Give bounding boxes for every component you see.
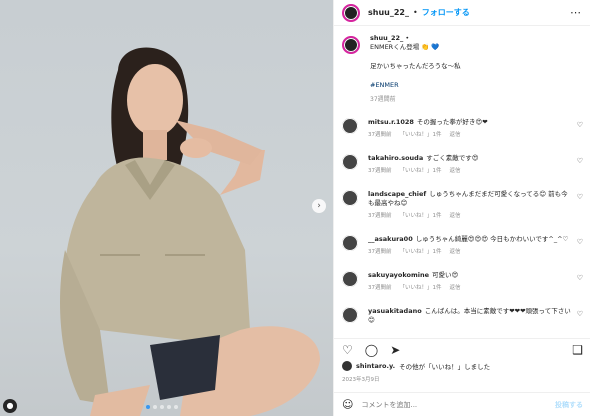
comment-likes[interactable]: 「いいね！」1件 bbox=[400, 212, 442, 221]
comment-username[interactable]: landscape_chief bbox=[368, 190, 426, 198]
post-header: shuu_22_ • フォローする ⋯ bbox=[334, 0, 590, 26]
comment-item: landscape_chief しゅうちゃんまだまだ可愛くなってる😊 前も今も最高… bbox=[342, 190, 583, 221]
avatar[interactable] bbox=[342, 271, 358, 287]
comment-time: 37週間前 bbox=[368, 249, 392, 255]
like-icon[interactable]: ♡ bbox=[342, 344, 353, 356]
comment-likes[interactable]: 「いいね！」1件 bbox=[400, 248, 442, 257]
comment-item: takahiro.souda すごく素敵です😍 37週間前 「いいね！」1件 返信… bbox=[342, 154, 583, 176]
caption: shuu_22_ • ENMERくん登場 👏 💙 足かいちゃったんだろうな～私 … bbox=[342, 34, 583, 104]
likes-text[interactable]: その他が「いいね！」しました bbox=[399, 361, 490, 371]
carousel-next-button[interactable]: › bbox=[312, 199, 326, 213]
likes-summary: shintaro.y. その他が「いいね！」しました bbox=[342, 361, 490, 371]
emoji-icon[interactable]: ☺ bbox=[342, 398, 353, 411]
comment-time: 37週間前 bbox=[368, 132, 392, 138]
reply-button[interactable]: 返信 bbox=[450, 167, 461, 176]
post-username[interactable]: shuu_22_ bbox=[368, 8, 409, 17]
comment-time: 37週間前 bbox=[368, 168, 392, 174]
carousel-dot bbox=[167, 405, 171, 409]
comment-username[interactable]: __asakura00 bbox=[368, 235, 413, 243]
post-sidebar: shuu_22_ • フォローする ⋯ shuu_22_ • ENMERくん登場… bbox=[333, 0, 590, 416]
avatar[interactable] bbox=[342, 118, 358, 134]
comment-item: sakuyayokomine 可愛い😍 37週間前 「いいね！」1件 返信 ♡ bbox=[342, 271, 583, 293]
separator: • bbox=[412, 8, 418, 17]
carousel-dot bbox=[146, 405, 150, 409]
like-comment-icon[interactable]: ♡ bbox=[577, 310, 583, 318]
avatar[interactable] bbox=[342, 307, 358, 323]
post-photo[interactable]: › ● bbox=[0, 0, 333, 416]
comment-text: しゅうちゃん綺麗😍😍😍 今日もかわいいです^_^♡ bbox=[415, 235, 569, 243]
comment-likes[interactable]: 「いいね！」1件 bbox=[400, 131, 442, 140]
hashtag-link[interactable]: #ENMER bbox=[370, 81, 461, 90]
reply-button[interactable]: 返信 bbox=[450, 284, 461, 293]
comment-username[interactable]: sakuyayokomine bbox=[368, 271, 429, 279]
avatar[interactable] bbox=[342, 154, 358, 170]
photo-illustration bbox=[60, 47, 320, 416]
comments-scroll[interactable]: shuu_22_ • ENMERくん登場 👏 💙 足かいちゃったんだろうな～私 … bbox=[334, 26, 590, 336]
comment-likes[interactable]: 「いいね！」1件 bbox=[400, 167, 442, 176]
like-comment-icon[interactable]: ♡ bbox=[577, 121, 583, 129]
comment-time: 37週間前 bbox=[368, 285, 392, 291]
carousel-dot bbox=[153, 405, 157, 409]
comment-likes[interactable]: 「いいね！」1件 bbox=[400, 284, 442, 293]
post-date: 2023年3月9日 bbox=[342, 377, 380, 383]
caption-time: 37週間前 bbox=[370, 96, 396, 103]
reply-button[interactable]: 返信 bbox=[450, 248, 461, 257]
comment-item: __asakura00 しゅうちゃん綺麗😍😍😍 今日もかわいいです^_^♡ 37週… bbox=[342, 235, 583, 257]
comment-item: yasuakitadano こんばんは。本当に素敵です❤❤❤頑張って下さい😊 ♡ bbox=[342, 307, 583, 325]
add-comment-bar: ☺ 投稿する bbox=[334, 392, 590, 416]
post-comment-button[interactable]: 投稿する bbox=[555, 400, 583, 410]
like-comment-icon[interactable]: ♡ bbox=[577, 274, 583, 282]
carousel-dot bbox=[160, 405, 164, 409]
post-actions: ♡ ◯ ➤ ❑ bbox=[334, 338, 590, 360]
carousel-dot bbox=[174, 405, 178, 409]
comment-text: その握った拳が好き😍❤ bbox=[416, 118, 488, 126]
like-comment-icon[interactable]: ♡ bbox=[577, 157, 583, 165]
reply-button[interactable]: 返信 bbox=[450, 212, 461, 221]
reply-button[interactable]: 返信 bbox=[450, 131, 461, 140]
comment-username[interactable]: takahiro.souda bbox=[368, 154, 423, 162]
tagged-user-icon[interactable]: ● bbox=[3, 399, 17, 413]
avatar[interactable] bbox=[342, 3, 360, 22]
caption-line: 足かいちゃったんだろうな～私 bbox=[370, 62, 461, 70]
comment-username[interactable]: yasuakitadano bbox=[368, 307, 422, 315]
like-comment-icon[interactable]: ♡ bbox=[577, 238, 583, 246]
caption-username[interactable]: shuu_22_ bbox=[370, 34, 403, 42]
comment-text: すごく素敵です😍 bbox=[426, 154, 479, 162]
caption-line: ENMERくん登場 👏 💙 bbox=[370, 43, 440, 51]
comment-time: 37週間前 bbox=[368, 213, 392, 219]
comment-icon[interactable]: ◯ bbox=[365, 344, 378, 356]
comment-input[interactable] bbox=[361, 400, 547, 409]
liker-username[interactable]: shintaro.y. bbox=[356, 362, 395, 370]
avatar[interactable] bbox=[342, 190, 358, 206]
follow-button[interactable]: フォローする bbox=[422, 7, 470, 18]
comment-username[interactable]: mitsu.r.1028 bbox=[368, 118, 414, 126]
carousel-dots bbox=[146, 405, 178, 409]
avatar[interactable] bbox=[342, 235, 358, 251]
avatar[interactable] bbox=[342, 36, 360, 54]
comment-text: 可愛い😍 bbox=[431, 271, 459, 279]
liker-avatar bbox=[342, 361, 352, 371]
separator: • bbox=[405, 34, 410, 42]
share-icon[interactable]: ➤ bbox=[390, 344, 400, 356]
more-options-icon[interactable]: ⋯ bbox=[570, 6, 582, 19]
like-comment-icon[interactable]: ♡ bbox=[577, 193, 583, 201]
comment-item: mitsu.r.1028 その握った拳が好き😍❤ 37週間前 「いいね！」1件 返… bbox=[342, 118, 583, 140]
save-icon[interactable]: ❑ bbox=[572, 344, 583, 356]
